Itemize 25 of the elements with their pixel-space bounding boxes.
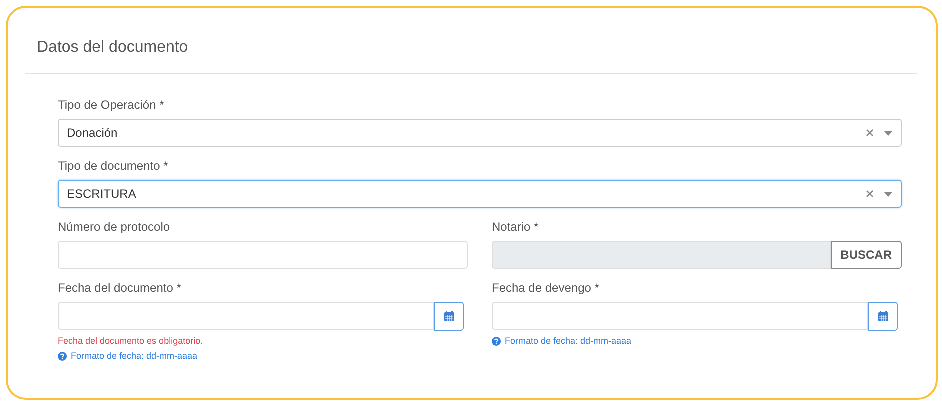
field-label: Fecha del documento *	[58, 281, 182, 295]
select-field[interactable]: ESCRITURA	[58, 180, 902, 208]
help-icon	[492, 336, 501, 346]
calendar-icon	[878, 311, 888, 322]
caret-icon[interactable]	[884, 192, 893, 196]
clear-icon[interactable]	[866, 190, 874, 198]
help-text: Formato de fecha: dd-mm-aaaa	[505, 336, 632, 346]
calendar-icon	[444, 311, 454, 322]
clear-icon[interactable]	[866, 129, 874, 137]
field-label: Notario *	[492, 220, 540, 234]
help-icon	[58, 352, 67, 360]
field-label: Tipo de Operación *	[58, 98, 166, 112]
error-message: Fecha del documento es obligatorio.	[58, 336, 204, 346]
field-label: Número de protocolo	[58, 220, 172, 234]
date-field[interactable]	[58, 302, 434, 330]
select-field[interactable]: Donación	[58, 119, 902, 147]
caret-icon[interactable]	[884, 130, 893, 136]
field-label: Fecha de devengo *	[492, 281, 600, 295]
input-field[interactable]	[58, 241, 468, 269]
calendar-button[interactable]	[434, 302, 464, 331]
help-text: Formato de fecha: dd-mm-aaaa	[71, 351, 198, 361]
date-field[interactable]	[492, 302, 868, 330]
field-label: Tipo de documento *	[58, 159, 170, 173]
card-title: Datos del documento	[36, 38, 190, 58]
calendar-button[interactable]	[868, 302, 898, 331]
